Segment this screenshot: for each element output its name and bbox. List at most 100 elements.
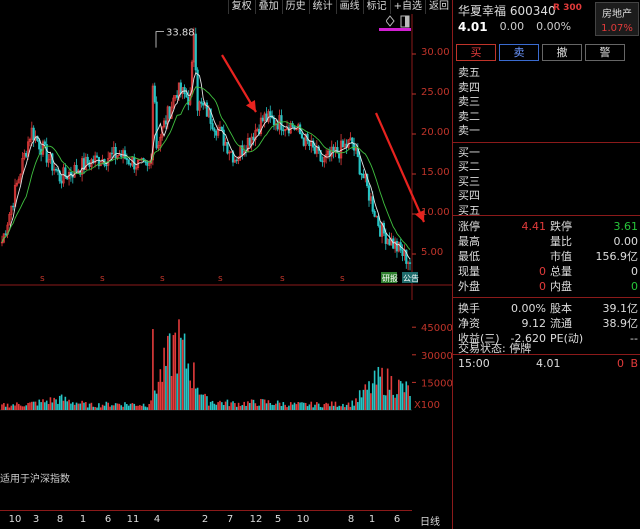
volume-bar bbox=[120, 405, 123, 410]
volume-bar bbox=[228, 406, 231, 410]
volume-bar bbox=[353, 405, 355, 410]
stock-code: 600340 bbox=[509, 4, 556, 18]
stat-row-low: 最低 市值 156.9亿 bbox=[458, 249, 638, 264]
volume-bar bbox=[375, 384, 378, 410]
volume-bar bbox=[8, 407, 11, 410]
ask-row-5: 卖五 bbox=[458, 66, 480, 79]
stat-label: 股本 bbox=[550, 302, 572, 315]
volume-bar bbox=[379, 376, 381, 410]
volume-bar bbox=[135, 405, 137, 410]
volume-bar bbox=[297, 402, 300, 410]
volume-bar bbox=[142, 403, 145, 410]
volume-bar bbox=[168, 333, 171, 410]
volume-bar bbox=[349, 406, 352, 410]
volume-bar bbox=[206, 396, 208, 410]
volume-bar bbox=[360, 397, 363, 410]
volume-bar bbox=[345, 404, 348, 410]
stat-label: 流通 bbox=[550, 317, 572, 330]
volume-chart[interactable]: 45000 30000 15000 X100 bbox=[0, 0, 452, 420]
volume-bar bbox=[239, 405, 242, 410]
volume-bar bbox=[273, 405, 275, 410]
volume-bar bbox=[204, 393, 206, 410]
volume-bar bbox=[317, 403, 320, 410]
volume-bar bbox=[159, 369, 162, 410]
volume-bar bbox=[343, 407, 346, 410]
period-selector[interactable]: 日线 bbox=[420, 513, 440, 528]
volume-bar bbox=[217, 402, 219, 410]
volume-bar bbox=[40, 402, 42, 410]
volume-bar bbox=[172, 335, 175, 410]
volume-bar bbox=[342, 403, 344, 410]
volume-bar bbox=[146, 407, 149, 410]
date-tick: 6 bbox=[393, 514, 401, 525]
volume-bar bbox=[234, 403, 236, 410]
volume-bar bbox=[32, 401, 35, 410]
stat-label: 外盘 bbox=[458, 280, 480, 293]
stat-label: 市值 bbox=[550, 250, 572, 263]
stat-value: 0.00 bbox=[613, 235, 639, 248]
volume-bar bbox=[170, 375, 173, 410]
volume-bar bbox=[57, 403, 59, 410]
volume-bar bbox=[55, 399, 57, 410]
volume-bar bbox=[394, 397, 396, 410]
volume-bar bbox=[295, 404, 298, 410]
volume-bar bbox=[178, 319, 180, 410]
volume-bar bbox=[140, 405, 143, 410]
volume-bar bbox=[148, 403, 150, 410]
cancel-order-button[interactable]: 撤 bbox=[542, 44, 582, 61]
volume-bar bbox=[181, 339, 184, 410]
buy-button[interactable]: 买 bbox=[456, 44, 496, 61]
date-tick: 12 bbox=[249, 514, 263, 525]
volume-bar bbox=[49, 397, 52, 410]
volume-bar bbox=[299, 402, 301, 410]
volume-bar bbox=[314, 404, 316, 410]
volume-bar bbox=[357, 402, 359, 410]
volume-bar bbox=[237, 402, 240, 410]
stat-label: 最低 bbox=[458, 250, 480, 263]
stat-row-disk: 外盘 0 内盘 0 bbox=[458, 279, 638, 294]
volume-bar bbox=[112, 405, 115, 410]
volume-bar bbox=[77, 403, 80, 410]
volume-bar bbox=[373, 370, 376, 410]
volume-bar bbox=[6, 403, 9, 410]
tick-price: 4.01 bbox=[536, 357, 561, 370]
date-tick: 1 bbox=[79, 514, 87, 525]
volume-bar bbox=[81, 400, 83, 410]
volume-bar bbox=[306, 406, 309, 410]
volume-bar bbox=[19, 405, 22, 410]
stat-value: 156.9亿 bbox=[595, 250, 639, 263]
volume-bar bbox=[185, 368, 188, 410]
stat-value: 39.1亿 bbox=[602, 302, 639, 315]
ask-row-1: 卖一 bbox=[458, 124, 480, 137]
rating-badge: R 300 bbox=[553, 3, 582, 13]
price-alert-button[interactable]: 警 bbox=[585, 44, 625, 61]
volume-bar bbox=[308, 404, 311, 410]
sector-box[interactable]: 房地产 1.07% bbox=[595, 2, 639, 36]
volume-bar bbox=[358, 390, 361, 410]
volume-bar bbox=[256, 405, 259, 410]
volume-bar bbox=[399, 381, 402, 410]
volume-bar bbox=[27, 402, 29, 410]
stats-table: 涨停 4.41 跌停 3.61 最高 量比 0.00 最低 市值 156.9亿 现量 0 … bbox=[453, 212, 640, 346]
volume-bar bbox=[71, 402, 74, 410]
volume-bar bbox=[167, 335, 169, 410]
volume-bar bbox=[53, 397, 55, 410]
volume-bar bbox=[176, 373, 178, 410]
volume-bar bbox=[325, 402, 327, 410]
volume-bar bbox=[66, 401, 69, 410]
volume-bar bbox=[226, 399, 229, 410]
volume-bar bbox=[396, 394, 398, 410]
chart-area[interactable]: 复权 叠加 历史 统计 画线 标记 +自选 返回 33.88 s s s s s s 研报 公告… bbox=[0, 0, 452, 529]
volume-bar bbox=[189, 380, 191, 410]
date-tick: 10 bbox=[296, 514, 310, 525]
sell-button[interactable]: 卖 bbox=[499, 44, 539, 61]
volume-bar bbox=[243, 401, 245, 410]
volume-bar bbox=[36, 405, 39, 410]
volume-bar bbox=[10, 405, 13, 410]
date-tick: 8 bbox=[347, 514, 355, 525]
tick-time: 15:00 bbox=[458, 357, 490, 370]
volume-bar bbox=[252, 399, 255, 410]
volume-bar bbox=[92, 406, 95, 410]
volume-bar bbox=[245, 405, 247, 410]
volume-bar bbox=[235, 406, 238, 410]
